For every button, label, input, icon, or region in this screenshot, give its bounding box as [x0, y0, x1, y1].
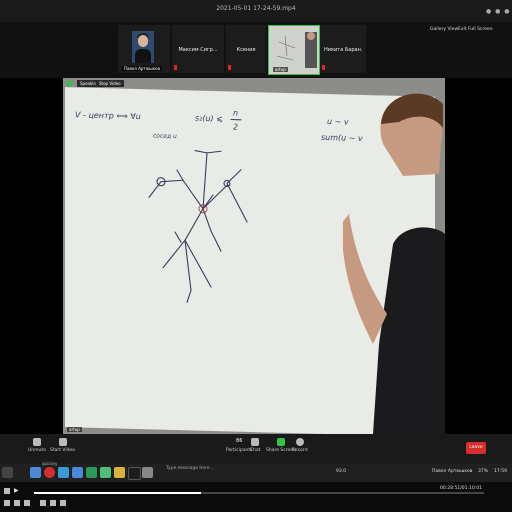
seek-bar[interactable] [34, 492, 484, 494]
active-speaker-video: V - центр ⟺ ∀u s₂(u) ⩽ n 2 сосед u u ∼ v… [63, 78, 445, 434]
participant-tile-5[interactable]: Никита Баран... [320, 25, 366, 73]
app-icon[interactable] [58, 467, 69, 478]
more-icon[interactable]: ● ● ● [486, 8, 511, 15]
microphone-icon [32, 438, 41, 446]
participant-video [132, 31, 154, 63]
whiteboard-text-line1: V - центр ⟺ ∀u [75, 110, 141, 121]
chat-button[interactable]: Chat [250, 438, 261, 453]
app-icon[interactable] [72, 467, 83, 478]
start-video-button[interactable]: Start Video [50, 438, 75, 453]
participant-tile-4[interactable]: artup [268, 25, 320, 75]
clock: 17:59 [494, 469, 507, 474]
presenter [343, 93, 445, 434]
media-player-bar: ▶ 00:28:51/01:10:01 [0, 482, 512, 512]
record-button[interactable]: Record [292, 438, 308, 453]
record-label: Record [292, 448, 308, 453]
fullscreen-icon[interactable] [40, 500, 46, 506]
unmute-button[interactable]: Unmute [28, 438, 46, 453]
next-icon[interactable] [24, 500, 30, 506]
tray-user-name: Павел Артюшков [432, 469, 473, 474]
terminal-icon[interactable] [128, 467, 141, 480]
app-icon[interactable] [142, 467, 153, 478]
mic-muted-icon [174, 65, 177, 70]
participants-icon: 86 [236, 438, 243, 444]
prev-icon[interactable] [4, 500, 10, 506]
share-status-icon [67, 81, 72, 86]
chat-icon [251, 438, 260, 446]
window-titlebar: 2021-05-01 17-24-59.mp4 ● ● ● [0, 0, 512, 22]
mic-muted-icon [322, 65, 325, 70]
video-name-label: artup [67, 427, 82, 432]
gallery-view-button[interactable]: Gallery View [430, 27, 458, 32]
participant-name: Максим Сигр... [178, 47, 218, 53]
loop-icon[interactable] [60, 500, 66, 506]
chat-input[interactable]: Type message here... [166, 466, 214, 471]
app-icon[interactable] [114, 467, 125, 478]
participants-button[interactable]: 86 Participants [226, 438, 252, 453]
window-title: 2021-05-01 17-24-59.mp4 [216, 5, 296, 12]
seek-progress [34, 492, 201, 494]
record-icon [295, 438, 304, 446]
participant-tile-3[interactable]: Ксения [226, 25, 266, 73]
app-label: quickey [42, 461, 58, 466]
start-video-label: Start Video [50, 448, 76, 453]
exit-fullscreen-button[interactable]: Exit Full Screen [458, 27, 493, 32]
participant-name: Ксения [236, 47, 256, 53]
participants-label: Participants [226, 448, 253, 453]
participant-tile-2[interactable]: Максим Сигр... [172, 25, 224, 73]
play-icon[interactable]: ▶ [14, 488, 20, 494]
mic-muted-icon [228, 65, 231, 70]
stop-icon[interactable] [14, 500, 20, 506]
taskbar: Type message here... 93.0 Павел Артюшков… [0, 461, 512, 482]
opera-icon[interactable] [44, 467, 55, 478]
menu-icon[interactable] [2, 467, 13, 478]
stop-video-chip[interactable]: Stop Video [96, 80, 124, 87]
tree-graph [148, 150, 248, 303]
tray-value: 93.0 [336, 469, 347, 474]
playlist-icon[interactable] [50, 500, 56, 506]
participant-name: Павел Артюшков [122, 66, 162, 71]
participant-name: artup [273, 67, 288, 72]
whiteboard-frac-num: n [233, 109, 238, 118]
share-screen-icon [276, 438, 285, 446]
unmute-label: Unmute [28, 448, 46, 453]
participant-name: Никита Баран... [324, 47, 362, 53]
camera-icon [58, 438, 67, 446]
battery-level: 37% [478, 469, 489, 474]
whiteboard-text-line2: сосед u [153, 132, 177, 140]
time-readout: 00:28:51/01:10:01 [440, 486, 482, 491]
meeting-toolbar: Unmute Start Video 86 Participants Chat … [0, 434, 512, 464]
whiteboard-frac-den: 2 [233, 123, 238, 132]
whiteboard-text-s2: s₂(u) ⩽ [195, 114, 223, 124]
app-icon[interactable] [30, 467, 41, 478]
chat-label: Chat [250, 448, 261, 453]
leave-button[interactable]: Leave [466, 442, 486, 454]
menu-icon[interactable] [4, 488, 10, 494]
app-icon[interactable] [100, 467, 111, 478]
app-icon[interactable] [86, 467, 97, 478]
participant-tile-1[interactable]: Павел Артюшков [118, 25, 170, 73]
